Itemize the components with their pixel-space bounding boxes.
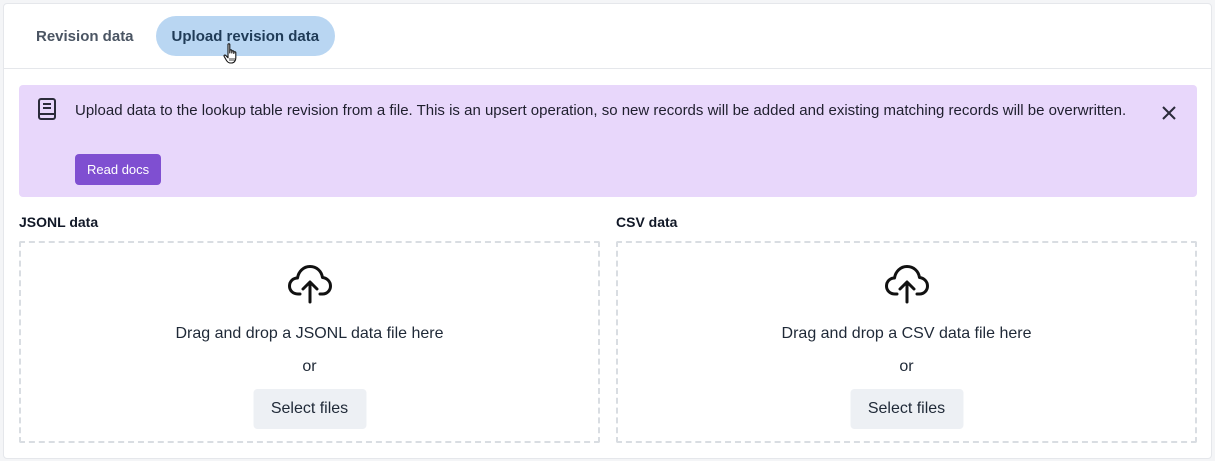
read-docs-button[interactable]: Read docs bbox=[75, 154, 162, 185]
book-icon bbox=[38, 98, 56, 120]
jsonl-dropzone[interactable]: Drag and drop a JSONL data file here or … bbox=[19, 241, 600, 443]
read-docs-label: Read docs bbox=[87, 162, 150, 177]
close-icon[interactable] bbox=[1161, 105, 1177, 121]
csv-drag-text: Drag and drop a CSV data file here bbox=[781, 325, 1032, 342]
csv-dropzone[interactable]: Drag and drop a CSV data file here or Se… bbox=[616, 241, 1197, 443]
jsonl-drag-text: Drag and drop a JSONL data file here bbox=[175, 325, 444, 342]
cloud-upload-icon bbox=[287, 265, 332, 304]
csv-or-text: or bbox=[899, 358, 914, 375]
info-banner: Upload data to the lookup table revision… bbox=[19, 85, 1197, 197]
jsonl-select-files-label: Select files bbox=[270, 400, 349, 417]
jsonl-or-text: or bbox=[302, 358, 317, 375]
pointer-cursor-icon bbox=[223, 43, 236, 64]
jsonl-select-files-button[interactable]: Select files bbox=[253, 389, 366, 429]
tab-bar: Revision data Upload revision data bbox=[4, 4, 1211, 69]
csv-select-files-button[interactable]: Select files bbox=[850, 389, 963, 429]
upload-panel: Revision data Upload revision data Uploa… bbox=[3, 3, 1212, 459]
tab-revision-data[interactable]: Revision data bbox=[20, 16, 150, 56]
cloud-upload-icon bbox=[884, 265, 929, 304]
csv-section-title: CSV data bbox=[616, 214, 678, 230]
csv-select-files-label: Select files bbox=[867, 400, 946, 417]
tab-revision-data-label: Revision data bbox=[36, 27, 134, 45]
tab-upload-revision-data-label: Upload revision data bbox=[171, 27, 320, 45]
banner-message: Upload data to the lookup table revision… bbox=[75, 102, 1127, 119]
tab-upload-revision-data[interactable]: Upload revision data bbox=[155, 16, 336, 64]
jsonl-section-title: JSONL data bbox=[19, 214, 99, 230]
